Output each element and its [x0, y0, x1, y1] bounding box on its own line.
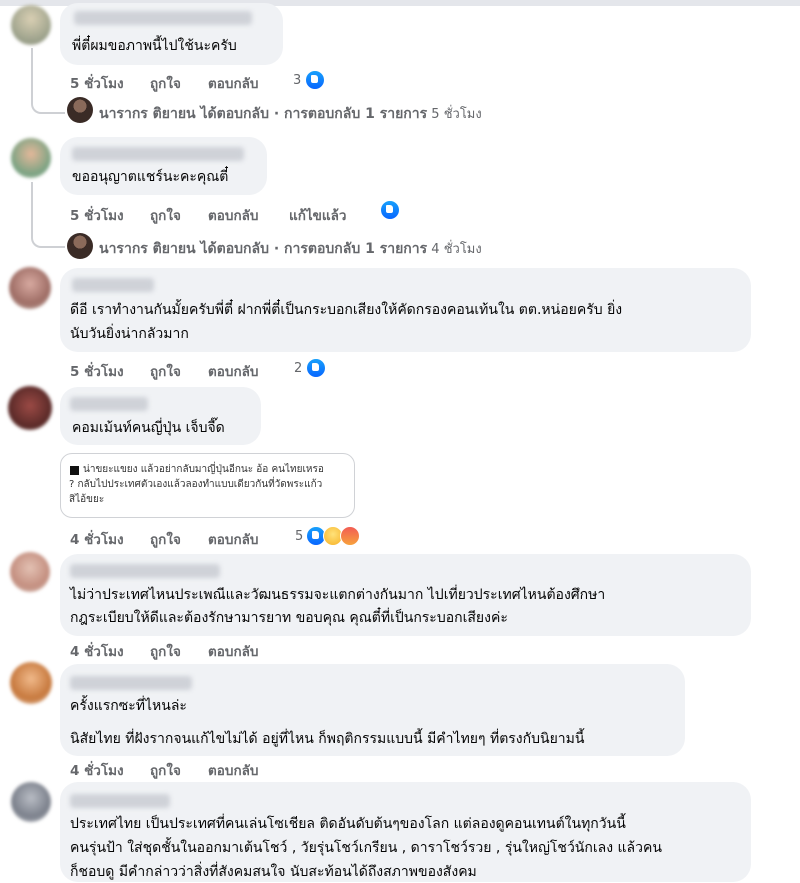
quoted-text-line-1: น่าขยะแขยง แล้วอย่ากลับมาญี่ปุ่นอีกนะ อ้…: [83, 464, 324, 475]
quoted-text-line-2: ? กลับไปประเทศตัวเองแล้วลองทำแบบเดียวกัน…: [69, 479, 323, 490]
commenter-avatar[interactable]: [10, 662, 52, 704]
comment-actions: 4 ชั่วโมง ถูกใจ ตอบกลับ: [70, 759, 320, 779]
commenter-name-blurred[interactable]: [70, 676, 192, 690]
reply-button[interactable]: ตอบกลับ: [208, 528, 258, 550]
comment-text-line-1: ครั้งแรกซะที่ไหนล่ะ: [70, 698, 187, 714]
replier-name[interactable]: นารากร ติยายน: [99, 241, 196, 257]
like-reaction-icon[interactable]: [380, 200, 400, 220]
comment-time[interactable]: 4 ชั่วโมง: [70, 528, 124, 550]
like-button[interactable]: ถูกใจ: [150, 528, 181, 550]
reply-connector: [31, 182, 65, 248]
reply-connector: [31, 48, 65, 114]
comment-actions: 5 ชั่วโมง ถูกใจ ตอบกลับ แก้ไขแล้ว: [70, 204, 390, 224]
comment-time[interactable]: 4 ชั่วโมง: [70, 759, 124, 781]
reaction-count[interactable]: 2: [294, 361, 302, 376]
comment-time[interactable]: 5 ชั่วโมง: [70, 204, 124, 226]
comment-text: ขออนุญาตแชร์นะคะคุณตี๋: [72, 169, 229, 185]
comment-text-line-1: ดีอี เราทำงานกันมั้ยครับพี่ตี๋ ฝากพี่ตี๋…: [70, 302, 623, 318]
comment-text-line-2: คนรุ่นป้า ใส่ชุดชั้นในออกมาเต้นโชว์ , วั…: [70, 840, 662, 856]
commenter-name-blurred[interactable]: [74, 11, 252, 25]
like-reaction-icon[interactable]: [306, 358, 326, 378]
comment-text-line-1: ประเทศไทย เป็นประเทศที่คนเล่นโซเชียล ติด…: [70, 816, 626, 832]
comment-actions: 5 ชั่วโมง ถูกใจ ตอบกลับ: [70, 72, 320, 92]
reply-summary-text: ได้ตอบกลับ · การตอบกลับ 1 รายการ: [195, 106, 428, 122]
comment-actions: 4 ชั่วโมง ถูกใจ ตอบกลับ: [70, 528, 320, 548]
commenter-avatar[interactable]: [11, 5, 51, 45]
angry-reaction-icon[interactable]: [340, 526, 360, 546]
quoted-text-line-3: สิไอ้ขยะ: [69, 494, 105, 505]
comment-time[interactable]: 4 ชั่วโมง: [70, 640, 124, 662]
commenter-avatar[interactable]: [11, 782, 51, 822]
replier-avatar[interactable]: [67, 233, 93, 259]
comment-actions: 5 ชั่วโมง ถูกใจ ตอบกลับ: [70, 360, 320, 380]
commenter-name-blurred[interactable]: [70, 794, 170, 808]
comment-actions: 4 ชั่วโมง ถูกใจ ตอบกลับ: [70, 640, 320, 660]
reply-summary[interactable]: นารากร ติยายน ได้ตอบกลับ · การตอบกลับ 1 …: [99, 238, 482, 260]
replier-avatar[interactable]: [67, 97, 93, 123]
like-button[interactable]: ถูกใจ: [150, 72, 181, 94]
comment-text-line-2: นิสัยไทย ที่ฝังรากจนแก้ไขไม่ได้ อยู่ที่ไ…: [70, 731, 585, 747]
commenter-avatar[interactable]: [10, 552, 50, 592]
quoted-text: น่าขยะแขยง แล้วอย่ากลับมาญี่ปุ่นอีกนะ อ้…: [69, 462, 324, 507]
like-button[interactable]: ถูกใจ: [150, 759, 181, 781]
quoted-comment-image[interactable]: น่าขยะแขยง แล้วอย่ากลับมาญี่ปุ่นอีกนะ อ้…: [60, 453, 355, 518]
comment-text-line-1: ไม่ว่าประเทศไหนประเพณีและวัฒนธรรมจะแตกต่…: [70, 587, 606, 603]
like-button[interactable]: ถูกใจ: [150, 640, 181, 662]
reaction-count[interactable]: 3: [293, 73, 301, 88]
commenter-name-blurred[interactable]: [70, 564, 220, 578]
comment-text-line-3: ก็ชอบดู มีคำกล่าวว่าสิ่งที่สังคมสนใจ นับ…: [70, 864, 477, 880]
comment-text: พี่ตี๋ผมขอภาพนี้ไปใช้นะครับ: [72, 38, 237, 54]
commenter-avatar[interactable]: [8, 386, 52, 430]
replier-name[interactable]: นารากร ติยายน: [99, 106, 196, 122]
comment-text-line-2: นับวันยิ่งน่ากลัวมาก: [70, 326, 189, 342]
reply-button[interactable]: ตอบกลับ: [208, 204, 258, 226]
like-button[interactable]: ถูกใจ: [150, 360, 181, 382]
reply-summary-text: ได้ตอบกลับ · การตอบกลับ 1 รายการ: [195, 241, 428, 257]
comment-text: คอมเม้นท์คนญี่ปุ่น เจ็บจี๊ด: [72, 420, 225, 436]
comment-time[interactable]: 5 ชั่วโมง: [70, 72, 124, 94]
reply-time: 5 ชั่วโมง: [427, 107, 482, 122]
commenter-name-blurred[interactable]: [72, 278, 154, 292]
comment-text-line-2: กฎระเบียบให้ดีและต้องรักษามารยาท ขอบคุณ …: [70, 610, 508, 626]
commenter-name-blurred[interactable]: [72, 147, 244, 161]
commenter-name-blurred[interactable]: [70, 397, 148, 411]
commenter-avatar[interactable]: [11, 138, 51, 178]
reply-summary[interactable]: นารากร ติยายน ได้ตอบกลับ · การตอบกลับ 1 …: [99, 103, 482, 125]
like-reaction-icon[interactable]: [305, 70, 325, 90]
reply-button[interactable]: ตอบกลับ: [208, 759, 258, 781]
reply-time: 4 ชั่วโมง: [427, 242, 482, 257]
comment-time[interactable]: 5 ชั่วโมง: [70, 360, 124, 382]
reply-button[interactable]: ตอบกลับ: [208, 72, 258, 94]
reply-button[interactable]: ตอบกลับ: [208, 640, 258, 662]
commenter-avatar[interactable]: [9, 267, 51, 309]
reply-button[interactable]: ตอบกลับ: [208, 360, 258, 382]
reaction-count[interactable]: 5: [295, 529, 303, 544]
edited-label: แก้ไขแล้ว: [289, 208, 347, 224]
like-button[interactable]: ถูกใจ: [150, 204, 181, 226]
